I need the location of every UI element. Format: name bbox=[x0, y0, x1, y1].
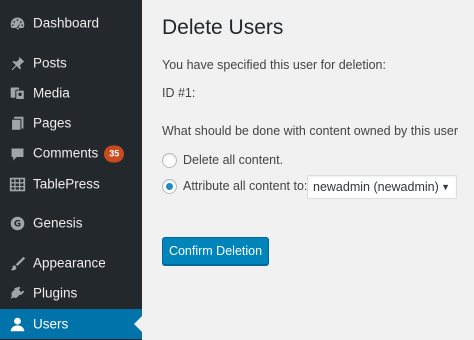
main-content: Delete Users You have specified this use… bbox=[142, 0, 474, 340]
svg-text:G: G bbox=[14, 219, 21, 229]
sidebar-item-label: Posts bbox=[33, 55, 67, 71]
brush-icon bbox=[8, 254, 26, 272]
dashboard-icon bbox=[8, 14, 26, 32]
comment-icon bbox=[8, 145, 26, 163]
dropdown-arrow-icon: ▼ bbox=[441, 182, 450, 192]
sidebar-item-genesis[interactable]: G Genesis bbox=[0, 208, 142, 238]
pages-icon bbox=[8, 114, 26, 132]
sidebar-item-pages[interactable]: Pages bbox=[0, 108, 142, 138]
sidebar-item-dashboard[interactable]: Dashboard bbox=[0, 8, 142, 38]
sidebar-item-posts[interactable]: Posts bbox=[0, 48, 142, 78]
delete-content-label[interactable]: Delete all content. bbox=[183, 153, 283, 167]
sidebar-item-plugins[interactable]: Plugins bbox=[0, 278, 142, 308]
sidebar-item-label: Users bbox=[33, 316, 69, 332]
user-icon bbox=[8, 315, 26, 333]
content-question: What should be done with content owned b… bbox=[162, 124, 459, 138]
attribute-content-radio[interactable] bbox=[162, 178, 177, 194]
comment-count-badge: 35 bbox=[104, 145, 125, 163]
genesis-icon: G bbox=[8, 214, 26, 232]
sidebar-item-comments[interactable]: Comments 35 bbox=[0, 139, 142, 169]
sidebar-item-label: Genesis bbox=[33, 215, 83, 231]
sidebar-item-label: Comments 35 bbox=[33, 145, 125, 163]
plugin-icon bbox=[8, 284, 26, 302]
sidebar-item-label: Pages bbox=[33, 115, 72, 131]
table-icon bbox=[8, 175, 26, 193]
sidebar-item-media[interactable]: Media bbox=[0, 78, 142, 108]
sidebar-item-label: TablePress bbox=[33, 176, 100, 192]
sidebar-item-users[interactable]: Users bbox=[0, 309, 142, 339]
media-icon bbox=[8, 84, 26, 102]
delete-content-radio[interactable] bbox=[162, 152, 177, 168]
pushpin-icon bbox=[8, 54, 26, 72]
attribute-content-option: Attribute all content to: bbox=[162, 176, 307, 196]
sidebar-item-label: Plugins bbox=[33, 285, 78, 301]
deletion-description: You have specified this user for deletio… bbox=[162, 58, 386, 72]
sidebar-item-appearance[interactable]: Appearance bbox=[0, 248, 142, 278]
confirm-deletion-button[interactable]: Confirm Deletion bbox=[162, 237, 269, 265]
menu-separator bbox=[0, 40, 142, 41]
attribute-content-label[interactable]: Attribute all content to: bbox=[183, 179, 307, 193]
sidebar-item-label: Media bbox=[33, 85, 70, 101]
admin-sidebar: Dashboard Posts Media Pages Comments 35 T… bbox=[0, 0, 142, 340]
delete-content-option: Delete all content. bbox=[162, 150, 283, 170]
reassign-user-select[interactable]: newadmin (newadmin) ▼ bbox=[307, 175, 457, 199]
select-value: newadmin (newadmin) bbox=[313, 180, 439, 194]
user-id-label: ID #1: bbox=[162, 86, 196, 100]
sidebar-item-tablepress[interactable]: TablePress bbox=[0, 169, 142, 199]
sidebar-item-label: Appearance bbox=[33, 255, 106, 271]
sidebar-item-label: Dashboard bbox=[33, 15, 100, 31]
page-title: Delete Users bbox=[162, 16, 284, 39]
